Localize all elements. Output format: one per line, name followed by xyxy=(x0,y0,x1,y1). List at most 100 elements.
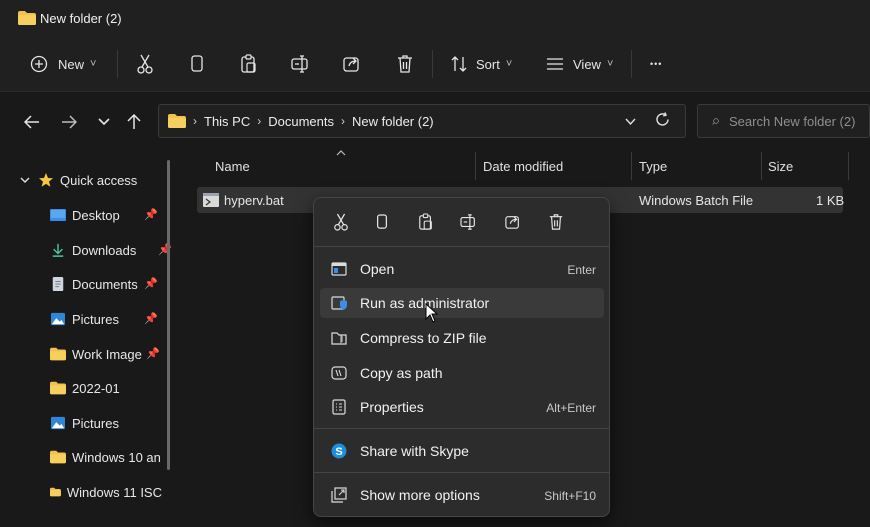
menu-divider xyxy=(314,246,609,247)
skype-icon: S xyxy=(331,443,347,459)
sidebar-item-label: Work Image xyxy=(72,346,142,362)
address-dropdown-button[interactable] xyxy=(625,114,636,129)
forward-button[interactable] xyxy=(59,112,79,132)
arrow-right-icon xyxy=(62,115,77,129)
context-copy-button[interactable] xyxy=(372,212,392,232)
column-header-size[interactable]: Size xyxy=(768,159,793,177)
sidebar-item-windows-10[interactable]: Windows 10 an xyxy=(50,442,162,472)
sidebar-quick-access[interactable]: Quick access xyxy=(20,165,137,195)
menu-item-copy-as-path[interactable]: Copy as path xyxy=(320,358,604,388)
batch-file-icon xyxy=(203,193,219,207)
context-menu: Open Enter Run as administrator Compress… xyxy=(313,197,610,517)
plus-circle-icon xyxy=(30,55,48,73)
menu-item-label: Open xyxy=(360,261,395,277)
properties-icon xyxy=(332,399,346,415)
file-name[interactable]: hyperv.bat xyxy=(224,193,284,208)
menu-item-run-as-administrator[interactable]: Run as administrator xyxy=(320,288,604,318)
more-options-icon xyxy=(331,487,347,503)
pin-icon: 📌 xyxy=(146,348,160,360)
menu-item-properties[interactable]: Properties Alt+Enter xyxy=(320,392,604,422)
star-icon xyxy=(39,173,53,187)
column-header-date-modified[interactable]: Date modified xyxy=(483,159,563,177)
sidebar-item-downloads[interactable]: Downloads xyxy=(50,235,136,265)
sidebar-item-pictures[interactable]: Pictures xyxy=(50,304,119,334)
search-box[interactable] xyxy=(697,104,870,138)
folder-icon xyxy=(50,381,66,395)
back-button[interactable] xyxy=(22,112,42,132)
cut-button[interactable] xyxy=(136,50,154,78)
column-divider[interactable] xyxy=(848,152,849,180)
column-header-type[interactable]: Type xyxy=(639,159,667,177)
share-button[interactable] xyxy=(343,50,361,78)
up-button[interactable] xyxy=(124,112,144,132)
breadcrumb-documents[interactable]: Documents xyxy=(268,114,334,129)
arrow-up-icon xyxy=(127,114,141,129)
paste-button[interactable] xyxy=(240,50,258,78)
view-button[interactable]: View ˅ xyxy=(546,50,613,78)
pin-icon: 📌 xyxy=(144,209,158,221)
chevron-down-icon xyxy=(20,177,30,183)
menu-divider xyxy=(314,428,609,429)
toolbar-divider xyxy=(631,50,632,78)
menu-divider xyxy=(314,472,609,473)
address-bar[interactable]: › This PC › Documents › New folder (2) xyxy=(158,104,686,138)
rename-button[interactable] xyxy=(291,50,311,78)
breadcrumb-this-pc[interactable]: This PC xyxy=(204,114,250,129)
paste-icon xyxy=(419,213,432,230)
chevron-down-icon: ˅ xyxy=(505,58,513,70)
context-paste-button[interactable] xyxy=(416,212,436,232)
sidebar-scrollbar[interactable] xyxy=(167,160,170,470)
sidebar-item-label: Pictures xyxy=(72,415,119,431)
sidebar-item-label: 2022-01 xyxy=(72,380,120,396)
column-divider[interactable] xyxy=(631,152,632,180)
chevron-down-icon xyxy=(98,118,110,126)
sidebar-item-desktop[interactable]: Desktop xyxy=(50,200,120,230)
sort-icon xyxy=(451,56,467,72)
sidebar-item-2022-01[interactable]: 2022-01 xyxy=(50,373,120,403)
column-header-name[interactable]: Name xyxy=(215,159,250,177)
rename-icon xyxy=(291,55,308,73)
file-type: Windows Batch File xyxy=(639,193,754,208)
menu-item-share-skype[interactable]: S Share with Skype xyxy=(320,436,604,466)
search-input[interactable] xyxy=(729,113,869,129)
chevron-down-icon xyxy=(625,118,636,126)
scissors-icon xyxy=(137,54,153,74)
folder-icon xyxy=(50,487,61,497)
context-cut-button[interactable] xyxy=(331,212,351,232)
menu-item-label: Copy as path xyxy=(360,365,443,381)
toolbar-divider xyxy=(432,50,433,78)
context-rename-button[interactable] xyxy=(459,212,479,232)
new-button[interactable]: New ˅ xyxy=(30,50,96,78)
context-delete-button[interactable] xyxy=(546,212,566,232)
column-divider[interactable] xyxy=(475,152,476,180)
menu-item-show-more-options[interactable]: Show more options Shift+F10 xyxy=(320,480,604,510)
path-icon xyxy=(331,366,347,380)
menu-item-shortcut: Shift+F10 xyxy=(544,489,596,503)
sort-button[interactable]: Sort ˅ xyxy=(450,50,512,78)
share-icon xyxy=(343,57,359,72)
scissors-icon xyxy=(334,213,348,231)
menu-item-open[interactable]: Open Enter xyxy=(320,254,604,284)
file-size: 1 KB xyxy=(816,193,845,208)
zip-icon xyxy=(331,332,347,345)
command-bar: New ˅ Sort ˅ View ˅ ••• xyxy=(0,36,870,92)
refresh-button[interactable] xyxy=(655,112,670,130)
sidebar-item-documents[interactable]: Documents xyxy=(50,269,138,299)
sidebar-item-pictures-2[interactable]: Pictures xyxy=(50,408,119,438)
menu-item-compress-zip[interactable]: Compress to ZIP file xyxy=(320,323,604,353)
share-icon xyxy=(505,216,519,229)
delete-button[interactable] xyxy=(396,50,414,78)
column-divider[interactable] xyxy=(761,152,762,180)
toolbar-divider xyxy=(117,50,118,78)
sort-label: Sort xyxy=(476,56,500,72)
more-button[interactable]: ••• xyxy=(650,50,662,78)
pictures-icon xyxy=(51,416,65,430)
view-lines-icon xyxy=(547,58,563,70)
sidebar-item-windows-11[interactable]: Windows 11 ISC xyxy=(50,477,162,507)
recent-locations-button[interactable] xyxy=(94,112,114,132)
breadcrumb-new-folder[interactable]: New folder (2) xyxy=(352,114,434,129)
sidebar-item-label: Desktop xyxy=(72,207,120,223)
copy-button[interactable] xyxy=(189,50,205,78)
context-share-button[interactable] xyxy=(503,212,523,232)
more-icon: ••• xyxy=(650,59,663,69)
